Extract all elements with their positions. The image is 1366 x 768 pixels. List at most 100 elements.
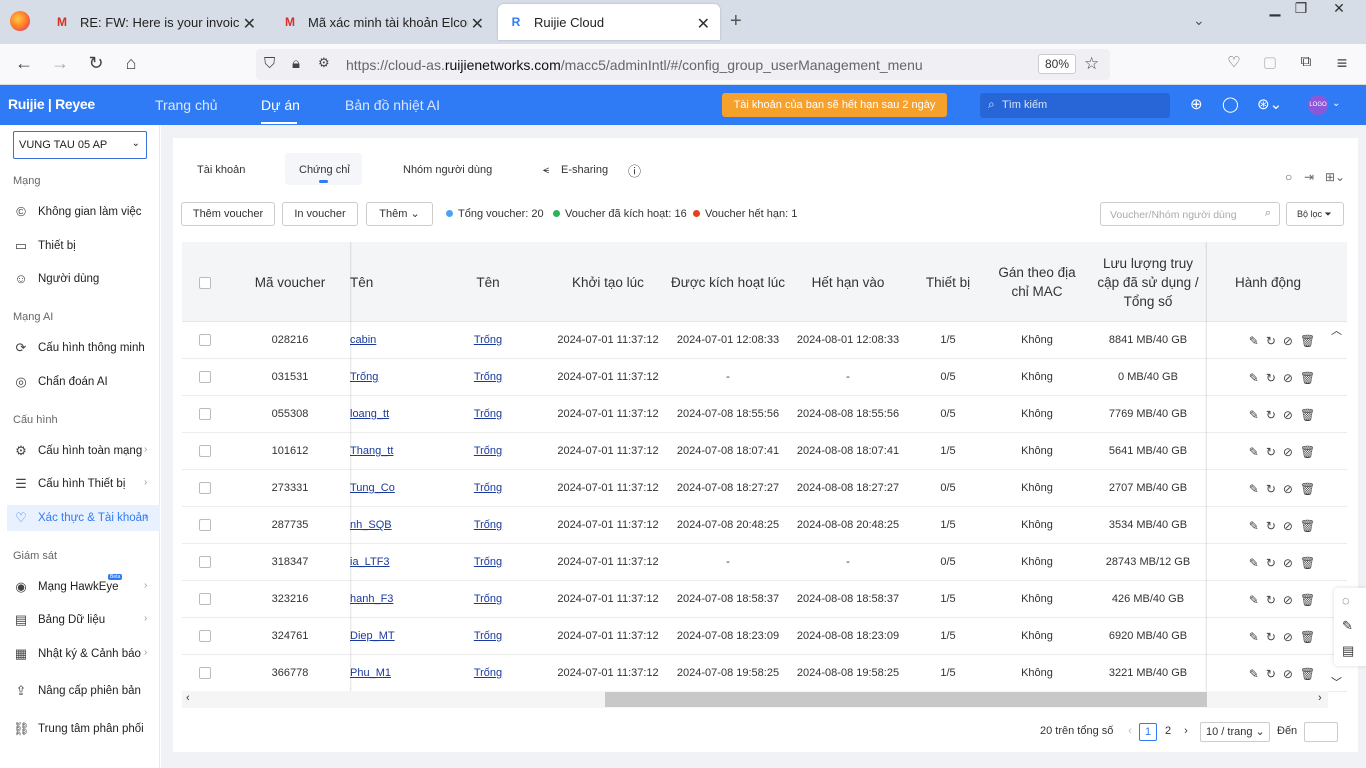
row-checkbox[interactable] [199, 445, 211, 457]
cell-group-link[interactable]: Trống [474, 667, 502, 679]
goto-page-input[interactable] [1304, 722, 1338, 742]
url-bar[interactable]: ⛉ 🔒︎ ⚙ https://cloud-as.ruijienetworks.c… [256, 49, 1110, 80]
reset-icon[interactable]: ↻ [1266, 408, 1276, 422]
zoom-level[interactable]: 80% [1038, 54, 1077, 74]
table-row[interactable]: 323216 hanh_F3 Trống 2024-07-01 11:37:12 202… [182, 581, 1347, 618]
scroll-left-icon[interactable]: ‹ [186, 692, 190, 704]
shield-icon[interactable]: ⛉ [264, 55, 275, 72]
select-all-checkbox[interactable] [199, 277, 211, 289]
scrollbar-thumb[interactable] [605, 692, 1207, 707]
cell-group-link[interactable]: Trống [474, 519, 502, 531]
cell-name-link[interactable]: Phu_M1 [350, 667, 391, 679]
edit-icon[interactable]: ✎ [1249, 334, 1259, 348]
chat-support-icon[interactable]: ◌ [1342, 593, 1350, 608]
nav-ai-heatmap[interactable]: Bản đồ nhiệt AI [345, 97, 440, 113]
filter-button[interactable]: Bộ lọc ⏷ [1286, 202, 1344, 226]
table-row[interactable]: 287735 nh_SQB Trống 2024-07-01 11:37:12 2024… [182, 507, 1347, 544]
cell-name[interactable]: cabin [350, 322, 410, 359]
disable-icon[interactable]: ⊘ [1283, 519, 1293, 533]
header-search[interactable]: ⌕ Tìm kiếm [980, 93, 1170, 118]
home-icon[interactable]: ⌂ [119, 53, 143, 74]
table-row[interactable]: 031531 Trống Trống 2024-07-01 11:37:12 - - 0/5… [182, 359, 1347, 396]
reload-icon[interactable]: ↻ [84, 53, 108, 74]
cell-name-link[interactable]: cabin [350, 334, 376, 346]
edit-icon[interactable]: ✎ [1249, 556, 1259, 570]
cell-group-link[interactable]: Trống [474, 408, 502, 420]
tab-user-groups[interactable]: Nhóm người dùng [403, 164, 492, 176]
disable-icon[interactable]: ⊘ [1283, 482, 1293, 496]
sidebar-item-auth[interactable]: ♡ Xác thực & Tài khoản › [7, 505, 160, 531]
cell-group-link[interactable]: Trống [474, 445, 502, 457]
forward-icon[interactable]: → [48, 53, 72, 74]
row-checkbox[interactable] [199, 371, 211, 383]
sidebar-item-upgrade[interactable]: ⇪ Nâng cấp phiên bản [0, 678, 160, 704]
disable-icon[interactable]: ⊘ [1283, 630, 1293, 644]
table-row[interactable]: 101612 Thang_tt Trống 2024-07-01 11:37:12 20… [182, 433, 1347, 470]
browser-tab-2[interactable]: M Mã xác minh tài khoản Elcome ✕ [272, 4, 494, 40]
sidebar-item-network-config[interactable]: ⚙ Cấu hình toàn mạng › [0, 438, 160, 464]
reset-icon[interactable]: ↻ [1266, 334, 1276, 348]
disable-icon[interactable]: ⊘ [1283, 593, 1293, 607]
sidebar-item-device-config[interactable]: ☰ Cấu hình Thiết bị › [0, 471, 160, 497]
next-page-icon[interactable]: › [1180, 723, 1192, 741]
page-2[interactable]: 2 [1160, 723, 1176, 741]
search-icon[interactable]: ⌕ [1265, 207, 1271, 220]
cell-name[interactable]: loang_tt [350, 396, 410, 433]
horizontal-scrollbar[interactable]: ‹ › [182, 691, 1328, 708]
delete-icon[interactable]: 🗑︎ [1300, 334, 1315, 348]
cell-group[interactable]: Trống [428, 322, 548, 359]
reset-icon[interactable]: ↻ [1266, 482, 1276, 496]
cell-name-link[interactable]: Diep_MT [350, 630, 395, 642]
cell-group[interactable]: Trống [428, 359, 548, 396]
row-checkbox[interactable] [199, 519, 211, 531]
close-tab-icon[interactable]: ✕ [697, 14, 710, 34]
close-tab-icon[interactable]: ✕ [243, 14, 256, 34]
close-tab-icon[interactable]: ✕ [471, 14, 484, 34]
more-button[interactable]: Thêm ⌄ [366, 202, 433, 226]
clipboard-icon[interactable]: ▤ [1342, 643, 1354, 659]
nav-project[interactable]: Dự án [261, 97, 300, 113]
sidebar-item-devices[interactable]: ▭ Thiết bị [0, 233, 160, 259]
reset-icon[interactable]: ↻ [1266, 519, 1276, 533]
column-settings-icon[interactable]: ⊞⌄ [1325, 170, 1345, 184]
col-created[interactable]: Khởi tạo lúc [548, 242, 668, 322]
disable-icon[interactable]: ⊘ [1283, 556, 1293, 570]
reset-icon[interactable]: ↻ [1266, 593, 1276, 607]
page-size-select[interactable]: 10 / trang ⌄ [1200, 722, 1270, 742]
permissions-icon[interactable]: ⚙ [318, 55, 330, 71]
delete-icon[interactable]: 🗑︎ [1300, 593, 1315, 607]
disable-icon[interactable]: ⊘ [1283, 445, 1293, 459]
cell-name-link[interactable]: Tung_Co [350, 482, 395, 494]
refresh-icon[interactable]: ○ [1285, 170, 1292, 184]
table-row[interactable]: 318347 ia_LTF3 Trống 2024-07-01 11:37:12 - - 0… [182, 544, 1347, 581]
bookmark-star-icon[interactable]: ☆ [1084, 54, 1099, 74]
col-devices[interactable]: Thiết bị [908, 242, 988, 322]
sidebar-item-hawkeye[interactable]: ◉ Mạng HawkEye Beta › [0, 574, 160, 600]
scroll-up-icon[interactable]: ︿ [1331, 322, 1342, 338]
cell-name[interactable]: nh_SQB [350, 507, 410, 544]
disable-icon[interactable]: ⊘ [1283, 408, 1293, 422]
row-checkbox[interactable] [199, 630, 211, 642]
row-checkbox[interactable] [199, 593, 211, 605]
cell-group[interactable]: Trống [428, 618, 548, 655]
row-checkbox[interactable] [199, 556, 211, 568]
delete-icon[interactable]: 🗑︎ [1300, 667, 1315, 681]
edit-icon[interactable]: ✎ [1249, 667, 1259, 681]
reader-icon[interactable]: ▢ [1258, 53, 1282, 71]
delete-icon[interactable]: 🗑︎ [1300, 371, 1315, 385]
url-text[interactable]: https://cloud-as.ruijienetworks.com/macc… [346, 57, 923, 73]
cell-group[interactable]: Trống [428, 433, 548, 470]
chevron-down-icon[interactable]: ⌄ [1332, 98, 1340, 109]
cell-name-link[interactable]: hanh_F3 [350, 593, 393, 605]
delete-icon[interactable]: 🗑︎ [1300, 408, 1315, 422]
cell-name[interactable]: Diep_MT [350, 618, 410, 655]
delete-icon[interactable]: 🗑︎ [1300, 630, 1315, 644]
reset-icon[interactable]: ↻ [1266, 371, 1276, 385]
page-1[interactable]: 1 [1139, 723, 1157, 741]
cell-group-link[interactable]: Trống [474, 334, 502, 346]
cell-name-link[interactable]: nh_SQB [350, 519, 392, 531]
avatar[interactable]: LOGO [1308, 95, 1328, 115]
edit-icon[interactable]: ✎ [1249, 371, 1259, 385]
edit-note-icon[interactable]: ✎ [1342, 618, 1353, 634]
edit-icon[interactable]: ✎ [1249, 445, 1259, 459]
